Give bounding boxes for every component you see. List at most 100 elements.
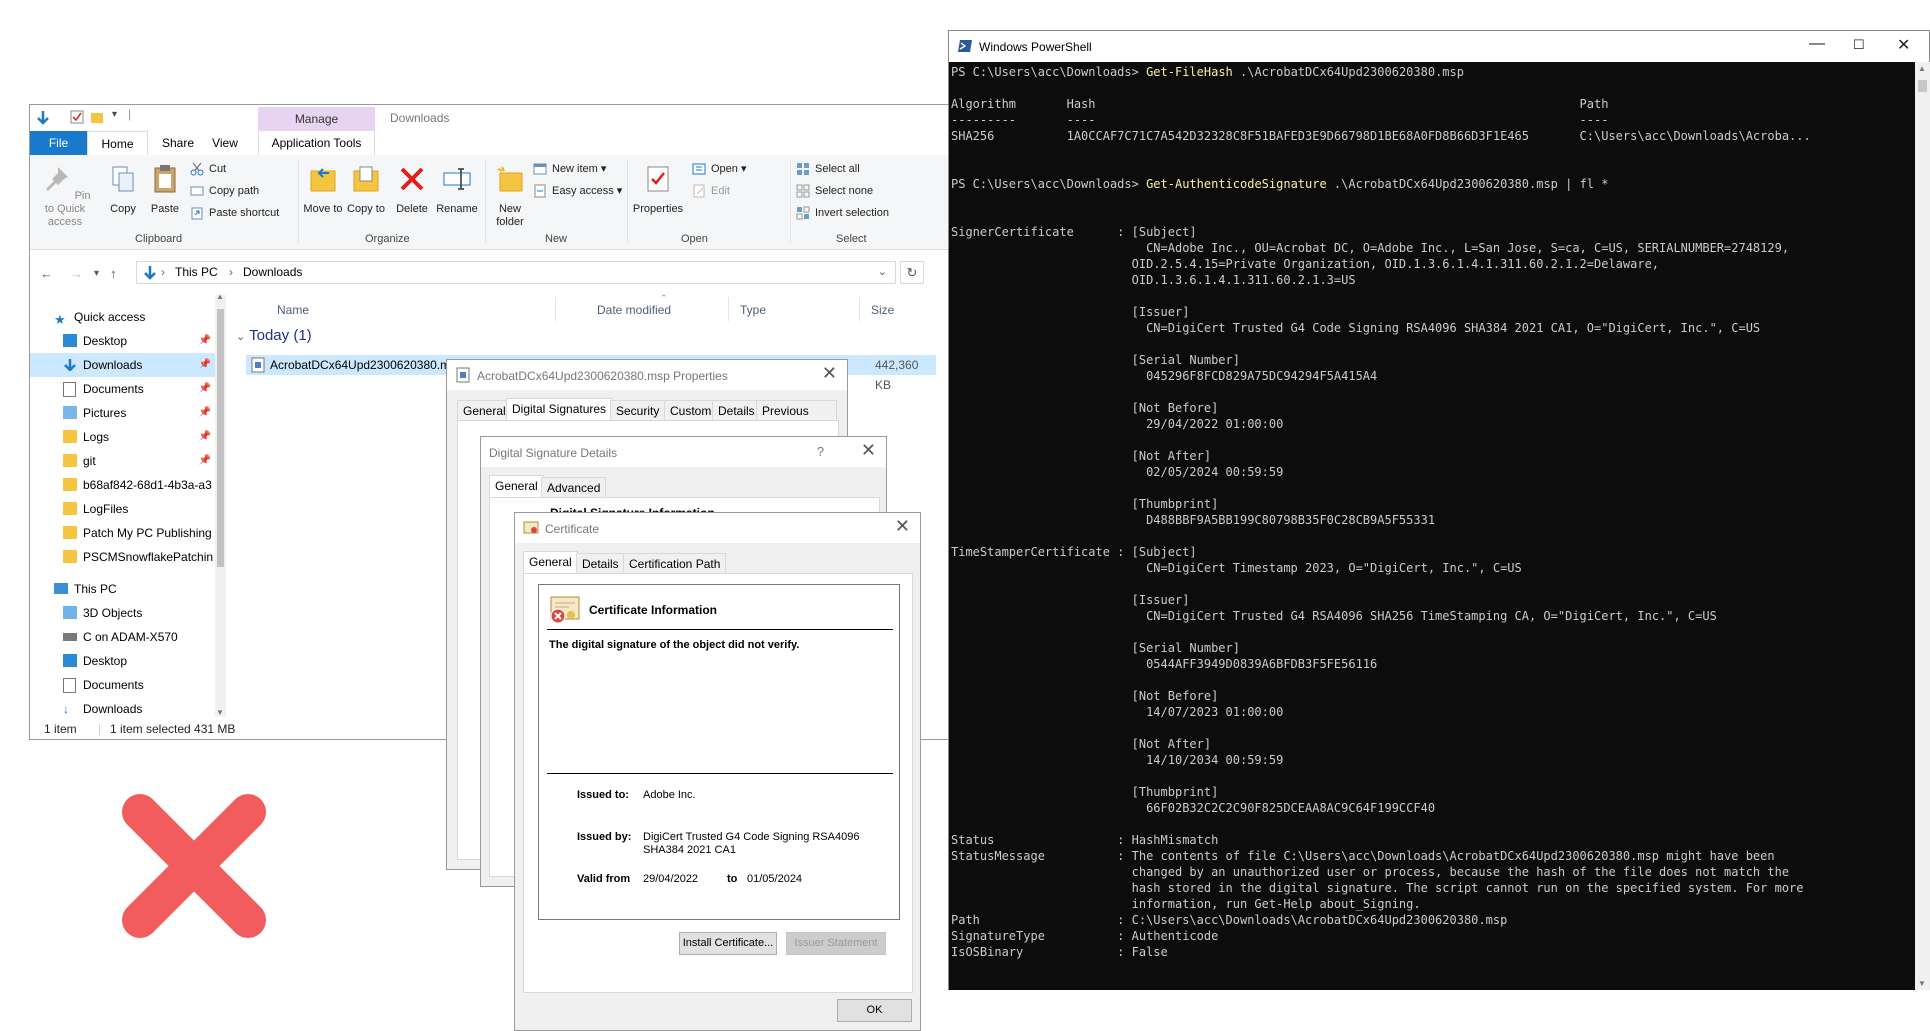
nav-pscm-snowflake[interactable]: PSCMSnowflakePatchin	[30, 545, 215, 569]
column-name[interactable]: Name	[277, 303, 309, 317]
tab-general[interactable]: General	[457, 400, 512, 420]
network-drive-icon	[63, 633, 77, 641]
scroll-down-icon[interactable]: ▼	[216, 708, 224, 717]
nav-scrollbar[interactable]: ▲ ▼	[215, 292, 226, 717]
tab-certification-path[interactable]: Certification Path	[623, 553, 727, 573]
nav-downloads[interactable]: Downloads 📌	[30, 353, 215, 377]
tab-share[interactable]: Share	[158, 131, 198, 155]
issuer-statement-button[interactable]: Issuer Statement	[786, 932, 886, 955]
close-icon[interactable]: ✕	[861, 440, 876, 461]
pin-icon: 📌	[198, 383, 211, 394]
easy-access-button[interactable]: Easy access ▾	[533, 183, 622, 199]
tab-home[interactable]: Home	[87, 131, 148, 155]
select-all-button[interactable]: Select all	[796, 161, 860, 177]
tab-details[interactable]: Details	[712, 400, 761, 420]
down-arrow-icon[interactable]	[36, 110, 50, 126]
nav-logfiles[interactable]: LogFiles	[30, 497, 215, 521]
tab-general[interactable]: General	[523, 551, 578, 573]
breadcrumb-this-pc[interactable]: This PC	[175, 262, 218, 283]
close-icon[interactable]: ✕	[895, 516, 910, 537]
cut-button[interactable]: Cut	[190, 161, 226, 177]
manage-contextual-tab[interactable]: Manage	[258, 107, 375, 131]
properties-check-icon[interactable]	[70, 110, 84, 124]
nav-quick-access[interactable]: ★ Quick access	[30, 305, 215, 329]
copy-button[interactable]: Copy	[106, 163, 140, 216]
install-certificate-button[interactable]: Install Certificate...	[679, 932, 777, 955]
new-item-button[interactable]: New item ▾	[533, 161, 606, 177]
paste-button[interactable]: Paste	[146, 163, 184, 216]
nav-pc-downloads[interactable]: ↓ Downloads	[30, 697, 215, 715]
nav-documents[interactable]: Documents 📌	[30, 377, 215, 401]
pin-to-quick-access-button[interactable]: Pin to Quick access	[34, 163, 96, 229]
select-all-icon	[797, 163, 809, 175]
close-icon[interactable]: ✕	[822, 363, 837, 384]
paste-shortcut-button[interactable]: Paste shortcut	[190, 205, 279, 221]
tab-details[interactable]: Details	[576, 553, 625, 573]
breadcrumb-downloads[interactable]: Downloads	[243, 262, 302, 283]
console-line: [Serial Number]	[951, 641, 1240, 655]
help-icon[interactable]: ?	[817, 444, 824, 459]
console-scrollbar[interactable]: ▲ ▼	[1915, 62, 1930, 990]
tab-file[interactable]: File	[30, 131, 87, 155]
tab-view[interactable]: View	[205, 131, 245, 155]
column-size[interactable]: Size	[871, 303, 894, 317]
edit-icon	[693, 184, 705, 198]
scroll-up-icon[interactable]: ▲	[1918, 64, 1926, 73]
column-type[interactable]: Type	[740, 303, 766, 317]
copy-to-button[interactable]: Copy to	[346, 163, 386, 216]
select-none-button[interactable]: Select none	[796, 183, 873, 199]
back-arrow-icon[interactable]: ←	[40, 266, 53, 281]
nav-logs[interactable]: Logs 📌	[30, 425, 215, 449]
rename-button[interactable]: Rename	[434, 163, 480, 216]
nav-patch-my-pc[interactable]: Patch My PC Publishing	[30, 521, 215, 545]
powershell-title: Windows PowerShell	[979, 40, 1092, 54]
group-today[interactable]: ⌄ Today (1)	[236, 327, 312, 344]
move-to-button[interactable]: Move to	[301, 163, 345, 216]
up-arrow-icon[interactable]: ↑	[110, 266, 117, 281]
tab-general[interactable]: General	[489, 475, 544, 497]
nav-network-drive[interactable]: C on ADAM-X570	[30, 625, 215, 649]
scroll-up-icon[interactable]: ▲	[216, 292, 224, 301]
address-bar[interactable]: › This PC › Downloads ⌄	[136, 261, 896, 284]
nav-3d-objects[interactable]: 3D Objects	[30, 601, 215, 625]
ok-button[interactable]: OK	[837, 999, 912, 1022]
minimize-icon[interactable]: —	[1809, 35, 1825, 53]
certificate-title-bar: Certificate ✕	[515, 513, 920, 543]
nav-this-pc[interactable]: This PC	[30, 577, 215, 601]
scroll-down-icon[interactable]: ▼	[1918, 979, 1926, 988]
status-separator: |	[98, 722, 102, 736]
open-button[interactable]: Open ▾	[692, 161, 747, 177]
console-output[interactable]: PS C:\Users\acc\Downloads> Get-FileHash …	[949, 62, 1915, 990]
invert-selection-button[interactable]: Invert selection	[796, 205, 889, 221]
recent-locations-icon[interactable]: ▾	[94, 268, 99, 279]
tab-advanced[interactable]: Advanced	[541, 477, 607, 497]
nav-pc-desktop[interactable]: Desktop	[30, 649, 215, 673]
copy-path-button[interactable]: Copy path	[190, 183, 259, 199]
tab-digital-signatures[interactable]: Digital Signatures	[506, 398, 613, 420]
properties-button[interactable]: Properties	[630, 163, 686, 216]
close-icon[interactable]: ✕	[1897, 35, 1910, 55]
tab-previous-versions[interactable]: Previous Versions	[756, 400, 837, 438]
nav-git[interactable]: git 📌	[30, 449, 215, 473]
forward-arrow-icon[interactable]: →	[70, 266, 83, 281]
nav-pictures[interactable]: Pictures 📌	[30, 401, 215, 425]
customize-qat-icon[interactable]: ▾	[112, 109, 117, 120]
certificate-panel: Certificate Information The digital sign…	[523, 573, 913, 993]
tab-application-tools[interactable]: Application Tools	[258, 131, 375, 155]
refresh-icon[interactable]: ↻	[900, 261, 924, 284]
nav-desktop[interactable]: Desktop 📌	[30, 329, 215, 353]
console-scrollbar-thumb[interactable]	[1918, 80, 1927, 92]
edit-button[interactable]: Edit	[692, 183, 730, 199]
nav-scrollbar-thumb[interactable]	[217, 309, 224, 567]
tab-security[interactable]: Security	[610, 400, 666, 420]
folder-icon[interactable]	[90, 110, 104, 124]
new-folder-button[interactable]: New folder	[488, 163, 532, 229]
maximize-icon[interactable]: ☐	[1853, 37, 1865, 53]
address-dropdown-icon[interactable]: ⌄	[878, 262, 887, 283]
column-date-modified[interactable]: Date modified	[597, 303, 671, 317]
nav-guid-folder[interactable]: b68af842-68d1-4b3a-a3	[30, 473, 215, 497]
tab-custom[interactable]: Custom	[664, 400, 718, 420]
delete-button[interactable]: Delete	[392, 163, 432, 216]
nav-pc-documents[interactable]: Documents	[30, 673, 215, 697]
properties-title-bar: AcrobatDCx64Upd2300620380.msp Properties…	[447, 360, 847, 390]
